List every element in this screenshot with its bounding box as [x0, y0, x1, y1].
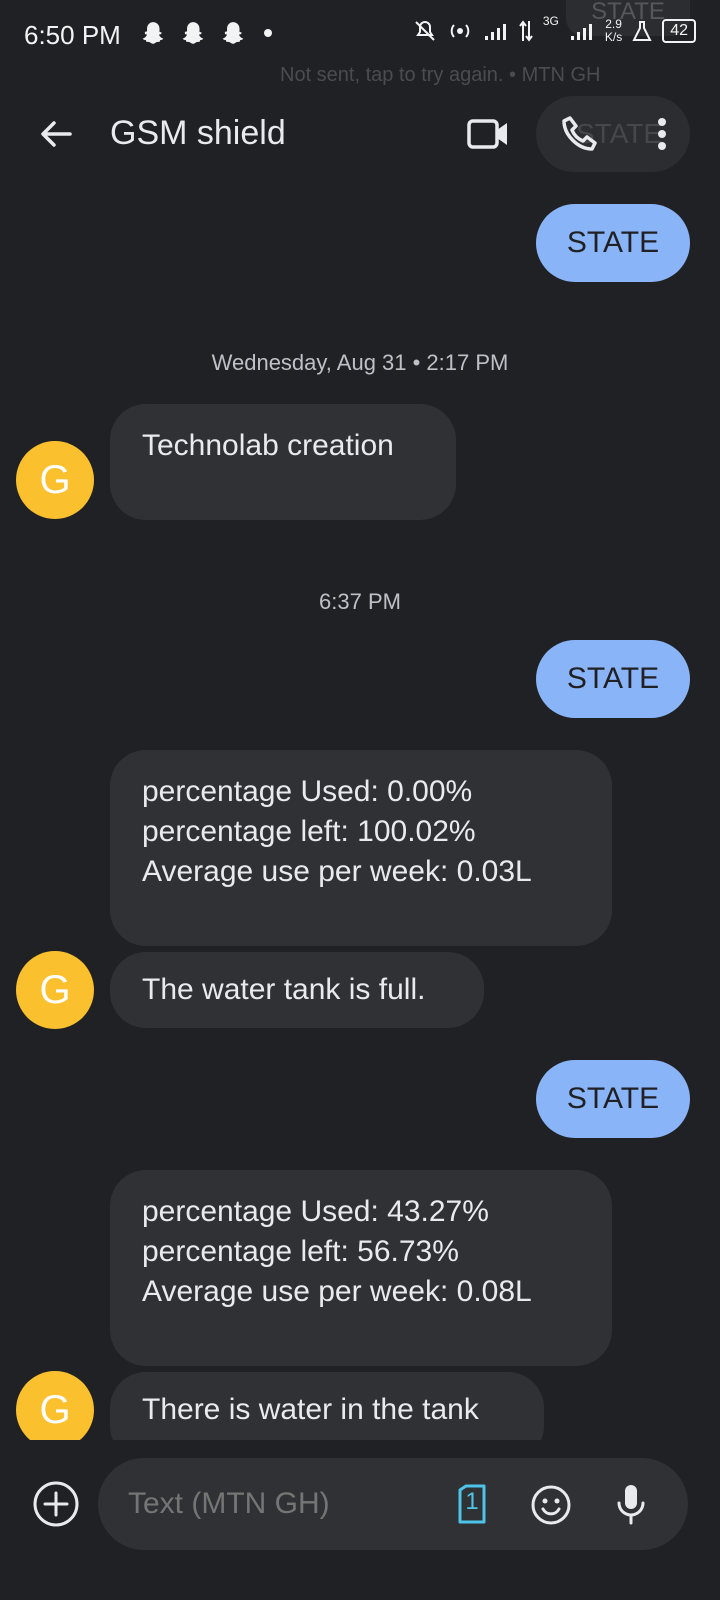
add-attachment-icon[interactable] — [32, 1480, 80, 1528]
mute-icon — [415, 20, 435, 41]
incoming-message[interactable]: percentage Used: 43.27% percentage left:… — [110, 1170, 612, 1366]
message-text: Technolab creation — [142, 429, 394, 462]
data-arrows-icon — [519, 20, 533, 42]
contact-avatar[interactable]: G — [16, 441, 94, 519]
emoji-icon[interactable] — [530, 1484, 572, 1526]
snapchat-icon — [222, 22, 244, 44]
message-line: percentage Used: 0.00% — [142, 775, 473, 808]
message-line: percentage left: 100.02% — [142, 815, 476, 848]
snapchat-icon — [142, 22, 164, 44]
flask-icon — [632, 21, 652, 41]
status-bar: STATE 6:50 PM 3G 2.9 K/s 42 Not sent, ta… — [0, 0, 720, 86]
message-timestamp: Wednesday, Aug 31 • 2:17 PM — [211, 350, 509, 375]
battery-indicator: 42 — [662, 19, 696, 43]
status-time: 6:50 PM — [24, 20, 121, 50]
incoming-message[interactable]: The water tank is full. — [110, 952, 484, 1028]
app-bar: GSM shield STATE — [0, 96, 720, 172]
message-input[interactable] — [126, 1486, 430, 1522]
sim-selector-icon[interactable]: 1 — [456, 1484, 488, 1524]
outgoing-message[interactable]: STATE — [536, 1060, 690, 1138]
signal-icon — [484, 24, 506, 40]
microphone-icon[interactable] — [614, 1482, 648, 1526]
back-arrow-icon[interactable] — [36, 114, 76, 154]
phone-call-icon[interactable] — [560, 114, 600, 154]
message-line: percentage Used: 43.27% — [142, 1195, 489, 1228]
contact-avatar[interactable]: G — [16, 951, 94, 1029]
message-text: There is water in the tank — [142, 1393, 479, 1426]
dot-icon — [264, 29, 272, 37]
signal-icon — [570, 24, 592, 40]
notification-icons — [140, 20, 276, 46]
network-type: 3G — [542, 14, 559, 28]
message-timestamp: 6:37 PM — [319, 589, 401, 614]
send-failed-notice: Not sent, tap to try again. • MTN GH — [280, 64, 601, 86]
incoming-message[interactable]: Technolab creation — [110, 404, 456, 520]
snapchat-icon — [182, 22, 204, 44]
hotspot-icon — [450, 24, 470, 38]
outgoing-message[interactable]: STATE — [536, 204, 690, 282]
outgoing-message[interactable]: STATE — [536, 640, 690, 718]
message-line: percentage left: 56.73% — [142, 1235, 459, 1268]
more-options-icon[interactable] — [652, 114, 672, 154]
contact-avatar[interactable]: G — [16, 1371, 94, 1449]
message-line: Average use per week: 0.08L — [142, 1275, 532, 1308]
message-line: Average use per week: 0.03L — [142, 855, 532, 888]
message-text: The water tank is full. — [142, 973, 426, 1006]
network-speed: 2.9 K/s — [604, 17, 623, 44]
incoming-message[interactable]: percentage Used: 0.00% percentage left: … — [110, 750, 612, 946]
conversation-title: GSM shield — [110, 114, 286, 152]
sim-slot-number: 1 — [465, 1488, 479, 1515]
video-call-icon[interactable] — [466, 116, 510, 152]
system-icons: 3G 2.9 K/s 42 — [413, 14, 696, 44]
